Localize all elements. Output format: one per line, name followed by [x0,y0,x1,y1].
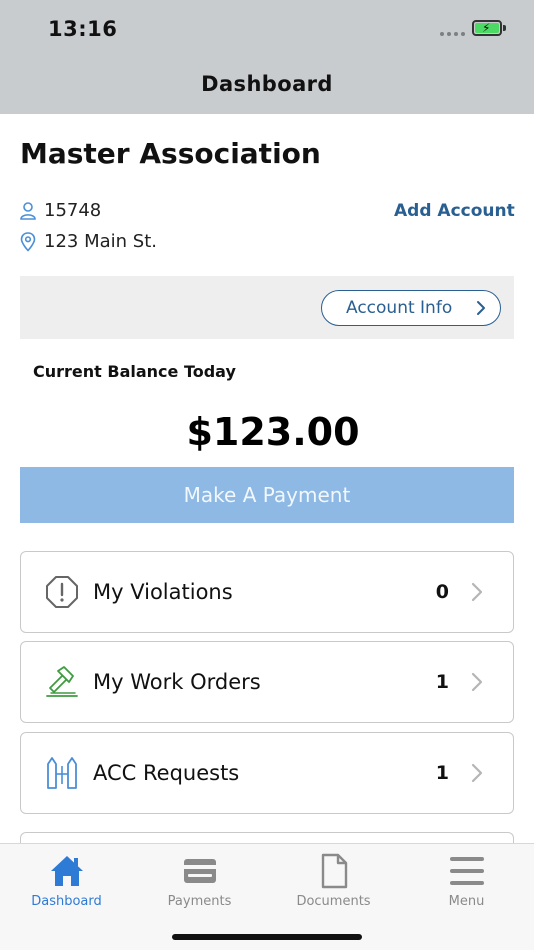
balance-label: Current Balance Today [33,362,236,381]
acc-requests-count: 1 [435,762,449,784]
credit-card-icon [133,850,266,892]
work-orders-card[interactable]: My Work Orders 1 [20,641,514,723]
home-indicator[interactable] [172,934,362,940]
account-info-button[interactable]: Account Info [321,290,501,326]
top-bar: 13:16 ⚡ Dashboard [0,0,534,114]
acc-requests-label: ACC Requests [93,761,240,785]
address: 123 Main St. [44,231,157,252]
hamburger-menu-icon [400,850,533,892]
hammer-icon [45,665,79,699]
acc-requests-card[interactable]: ACC Requests 1 [20,732,514,814]
home-icon [0,850,133,892]
alert-octagon-icon [45,575,79,609]
user-icon [20,201,36,220]
violations-label: My Violations [93,580,233,604]
chevron-right-icon [471,763,483,783]
chevron-right-icon [471,672,483,692]
tab-documents[interactable]: Documents [267,850,400,909]
tab-menu[interactable]: Menu [400,850,533,909]
add-account-link[interactable]: Add Account [394,201,515,221]
violations-count: 0 [435,581,449,603]
work-orders-count: 1 [435,671,449,693]
account-number: 15748 [44,200,102,221]
chevron-right-icon [477,301,485,315]
architecture-icon [45,756,79,790]
address-row: 123 Main St. [20,231,157,252]
tab-dashboard[interactable]: Dashboard [0,850,133,909]
association-name: Master Association [20,137,321,170]
signal-icon [440,32,465,36]
document-icon [267,850,400,892]
tab-dashboard-label: Dashboard [31,894,102,909]
tab-payments[interactable]: Payments [133,850,266,909]
work-orders-label: My Work Orders [93,670,261,694]
battery-icon: ⚡ [472,20,502,36]
page-title: Dashboard [201,72,333,96]
balance-amount: $123.00 [186,410,360,454]
account-number-row: 15748 [20,200,101,221]
status-time: 13:16 [48,17,118,41]
battery-tip [503,25,506,31]
account-info-label: Account Info [346,298,453,318]
tab-documents-label: Documents [296,894,371,909]
location-pin-icon [20,231,36,252]
make-payment-button[interactable]: Make A Payment [20,467,514,523]
chevron-right-icon [471,582,483,602]
tab-menu-label: Menu [448,894,485,909]
violations-card[interactable]: My Violations 0 [20,551,514,633]
tab-payments-label: Payments [167,894,232,909]
